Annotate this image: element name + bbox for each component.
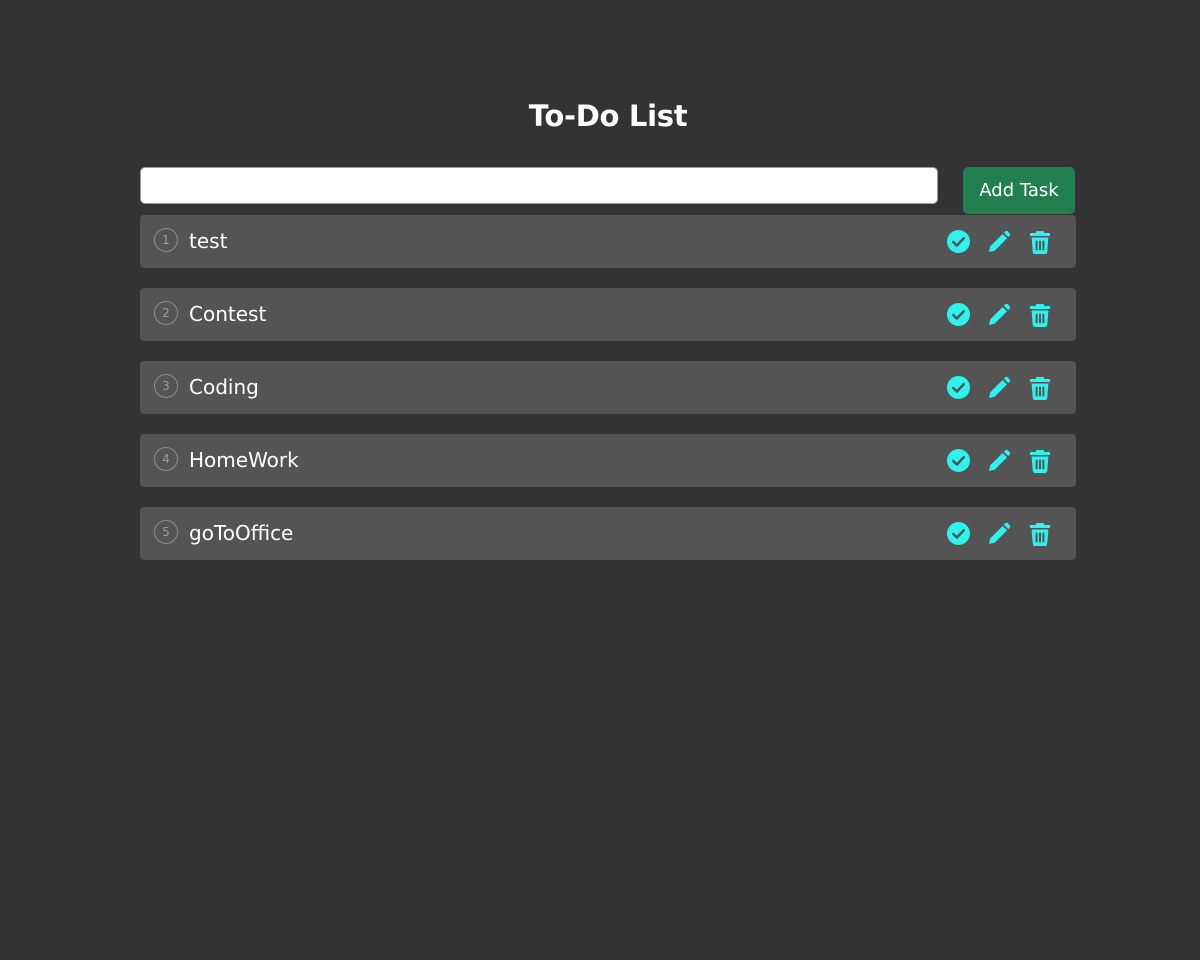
edit-button[interactable] [985,301,1013,329]
task-text: goToOffice [189,521,294,545]
task-text: Coding [189,375,259,399]
task-number-badge: 5 [154,520,178,544]
edit-button[interactable] [985,228,1013,256]
task-number-badge: 1 [154,228,178,252]
pencil-icon [989,303,1011,325]
task-item: 3 Coding [140,361,1076,414]
delete-button[interactable] [1026,447,1054,475]
pencil-icon [989,230,1011,252]
delete-button[interactable] [1026,301,1054,329]
trash-icon [1030,522,1050,546]
trash-icon [1030,230,1050,254]
task-text: HomeWork [189,448,299,472]
todo-app: To-Do List Add Task 1 test 2 Contest 3 C… [0,0,1200,960]
trash-icon [1030,376,1050,400]
pencil-icon [989,376,1011,398]
pencil-icon [989,449,1011,471]
add-task-button[interactable]: Add Task [963,167,1075,214]
page-title: To-Do List [528,99,688,133]
pencil-icon [989,522,1011,544]
check-circle-icon [946,376,970,399]
task-text: test [189,229,228,253]
task-item: 2 Contest [140,288,1076,341]
task-text: Contest [189,302,267,326]
task-input[interactable] [140,167,938,204]
trash-icon [1030,303,1050,327]
check-circle-icon [946,303,970,326]
trash-icon [1030,449,1050,473]
edit-button[interactable] [985,520,1013,548]
task-actions [931,434,1054,487]
task-actions [931,361,1054,414]
check-circle-icon [946,230,970,253]
complete-button[interactable] [944,228,972,256]
task-item: 5 goToOffice [140,507,1076,560]
check-circle-icon [946,449,970,472]
complete-button[interactable] [944,520,972,548]
task-number-badge: 3 [154,374,178,398]
edit-button[interactable] [985,447,1013,475]
delete-button[interactable] [1026,228,1054,256]
task-number-badge: 4 [154,447,178,471]
complete-button[interactable] [944,447,972,475]
task-actions [931,507,1054,560]
edit-button[interactable] [985,374,1013,402]
task-item: 4 HomeWork [140,434,1076,487]
complete-button[interactable] [944,374,972,402]
task-number-badge: 2 [154,301,178,325]
delete-button[interactable] [1026,374,1054,402]
delete-button[interactable] [1026,520,1054,548]
task-list: 1 test 2 Contest 3 Coding 4 HomeWork 5 g… [140,215,1076,580]
task-actions [931,215,1054,268]
task-actions [931,288,1054,341]
task-item: 1 test [140,215,1076,268]
check-circle-icon [946,522,970,545]
complete-button[interactable] [944,301,972,329]
